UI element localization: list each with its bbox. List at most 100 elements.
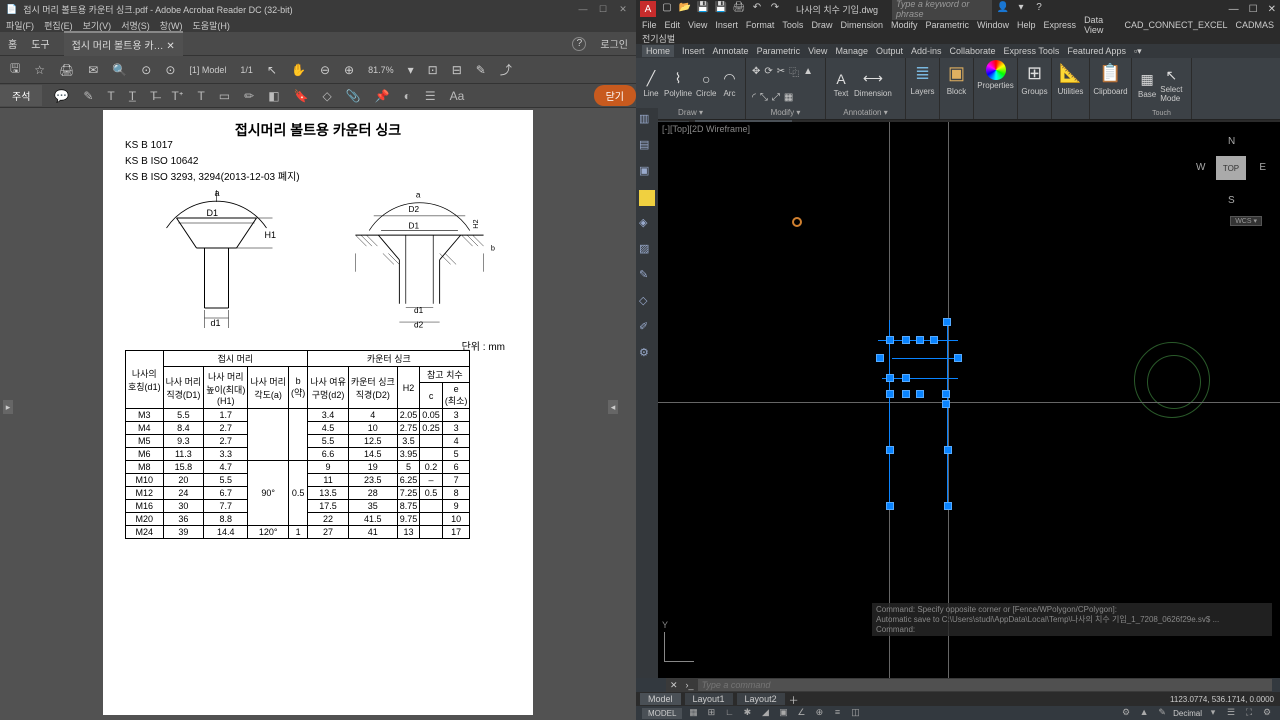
menu-insert[interactable]: Insert	[715, 20, 738, 30]
wcs-indicator[interactable]: WCS ▾	[1230, 216, 1262, 226]
help-icon[interactable]: ?	[1032, 2, 1046, 16]
vcmd-4-icon[interactable]	[639, 190, 655, 206]
signin-icon[interactable]: 👤	[996, 2, 1010, 16]
grip[interactable]	[944, 502, 952, 510]
line-button[interactable]: ╱Line	[642, 70, 660, 98]
donut-marker[interactable]	[792, 217, 802, 227]
home-tab[interactable]: 홈	[8, 36, 17, 51]
grip[interactable]	[916, 390, 924, 398]
dimension-button[interactable]: ⟷Dimension	[854, 70, 892, 98]
viewcube-s[interactable]: S	[1228, 195, 1235, 206]
viewcube-w[interactable]: W	[1196, 162, 1205, 173]
arc-button[interactable]: ◠Arc	[720, 70, 738, 98]
tab-manage[interactable]: Manage	[835, 46, 868, 56]
polyline-button[interactable]: ⌇Polyline	[664, 70, 692, 98]
maximize-button[interactable]: ☐	[1249, 4, 1258, 15]
search-icon[interactable]: 🔍	[112, 63, 127, 77]
tab-layout2[interactable]: Layout2	[737, 693, 785, 705]
tab-insert[interactable]: Insert	[682, 46, 705, 56]
color-icon[interactable]: ◐	[404, 89, 411, 103]
vcmd-7-icon[interactable]: ✎	[639, 268, 655, 284]
move-icon[interactable]: ✥	[752, 66, 760, 77]
grip[interactable]	[886, 502, 894, 510]
array-icon[interactable]: ▦	[784, 92, 793, 103]
menu-help[interactable]: Help	[1017, 20, 1036, 30]
menu-view[interactable]: 보기(V)	[83, 19, 112, 32]
document-tab[interactable]: 접시 머리 볼트용 카… ✕	[64, 31, 183, 56]
tab-featured[interactable]: Featured Apps	[1067, 46, 1126, 56]
tools-tab[interactable]: 도구	[31, 36, 49, 51]
fit-width-icon[interactable]: ⊟	[452, 63, 462, 77]
grip[interactable]	[916, 336, 924, 344]
mirror-icon[interactable]: ▲	[803, 66, 813, 77]
grip[interactable]	[942, 400, 950, 408]
vcmd-5-icon[interactable]: ◈	[639, 216, 655, 232]
text-button[interactable]: AText	[832, 70, 850, 98]
grip[interactable]	[886, 446, 894, 454]
config-icon[interactable]: ⚙	[1260, 707, 1274, 719]
trans-icon[interactable]: ◫	[848, 707, 862, 719]
pin-icon[interactable]: 📌	[375, 89, 390, 103]
page-indicator[interactable]: [1] Model	[189, 65, 226, 75]
tab-model[interactable]: Model	[640, 693, 681, 705]
stamp-icon[interactable]: 🔖	[294, 89, 309, 103]
cmdline-chevron-icon[interactable]: ›_	[682, 680, 698, 690]
search-input[interactable]: Type a keyword or phrase	[892, 0, 992, 20]
text-style-icon[interactable]: Aa	[450, 89, 465, 103]
eraser-icon[interactable]: ◧	[268, 89, 279, 103]
saveas-icon[interactable]: 💾	[714, 2, 728, 16]
insert-text-icon[interactable]: Tᐩ	[171, 89, 183, 103]
menu-express[interactable]: Express	[1044, 20, 1077, 30]
close-button[interactable]: ✕	[616, 4, 630, 15]
pencil-icon[interactable]: ✏	[244, 89, 254, 103]
vcmd-9-icon[interactable]: ✐	[639, 320, 655, 336]
shapes-icon[interactable]: ◇	[323, 89, 332, 103]
grip[interactable]	[886, 336, 894, 344]
layers-button[interactable]: ≣Layers	[912, 60, 933, 96]
viewcube-top[interactable]: TOP	[1216, 156, 1246, 180]
tab-express[interactable]: Express Tools	[1004, 46, 1060, 56]
grip[interactable]	[944, 446, 952, 454]
snap-icon[interactable]: ⊞	[704, 707, 718, 719]
tab-view[interactable]: View	[808, 46, 827, 56]
menu-file[interactable]: 파일(F)	[6, 19, 34, 32]
menu-draw[interactable]: Draw	[811, 20, 832, 30]
nav-wheel-icon[interactable]	[1134, 342, 1210, 418]
menu-window[interactable]: Window	[977, 20, 1009, 30]
login-button[interactable]: 로그인	[600, 36, 628, 51]
hand-icon[interactable]: ✋	[291, 63, 306, 77]
menu-window[interactable]: 창(W)	[160, 19, 183, 32]
print-icon[interactable]: 🖨	[59, 63, 74, 77]
splitter-left[interactable]: ▸	[3, 400, 13, 414]
help-icon[interactable]: ?	[572, 37, 586, 51]
next-page-icon[interactable]: ⊙	[165, 63, 175, 77]
select-button[interactable]: ↖Select Mode	[1160, 66, 1182, 103]
new-icon[interactable]: ▢	[660, 2, 674, 16]
add-layout-icon[interactable]: ＋	[789, 692, 799, 707]
minimize-button[interactable]: —	[1229, 4, 1239, 15]
tab-annotate[interactable]: Annotate	[713, 46, 749, 56]
submenu-electrical[interactable]: 전기심벌	[642, 32, 675, 45]
menu-view[interactable]: View	[688, 20, 707, 30]
text-icon[interactable]: T	[107, 89, 114, 103]
viewport-label[interactable]: [-][Top][2D Wireframe]	[662, 124, 750, 134]
rotate-icon[interactable]: ⟳	[764, 66, 772, 77]
fit-icon[interactable]: ⊡	[428, 63, 438, 77]
mail-icon[interactable]: ✉	[88, 63, 98, 77]
modify-panel-label[interactable]: Modify ▾	[752, 107, 819, 117]
full-icon[interactable]: ⛶	[1242, 707, 1256, 719]
underline-icon[interactable]: T̲	[129, 89, 136, 103]
grip[interactable]	[942, 390, 950, 398]
thickness-icon[interactable]: ☰	[425, 89, 436, 103]
menu-cadconnect[interactable]: CAD_CONNECT_EXCEL	[1124, 20, 1227, 30]
tab-collaborate[interactable]: Collaborate	[950, 46, 996, 56]
replace-text-icon[interactable]: T	[197, 89, 204, 103]
tab-home[interactable]: Home	[642, 45, 674, 57]
polar-icon[interactable]: ✱	[740, 707, 754, 719]
close-annotation-button[interactable]: 닫기	[594, 85, 636, 106]
grip[interactable]	[902, 390, 910, 398]
maximize-button[interactable]: ☐	[596, 4, 610, 15]
grip[interactable]	[902, 336, 910, 344]
attach-icon[interactable]: 📎	[346, 89, 361, 103]
highlight-icon[interactable]: ✎	[83, 89, 93, 103]
